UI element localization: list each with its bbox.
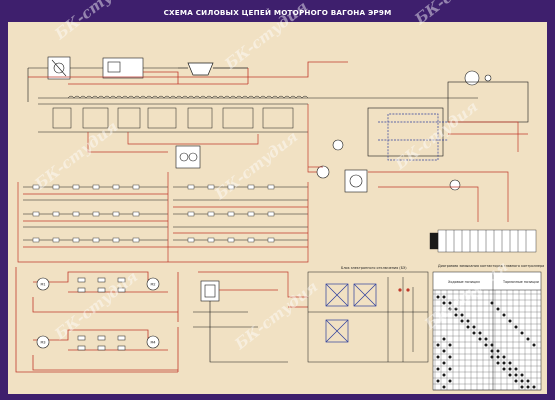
trapezoid-element: [178, 62, 248, 76]
indicator-strip: [429, 229, 537, 253]
motor-m2: M2: [146, 277, 160, 291]
motor-m1-label: M1: [40, 283, 45, 287]
contactor-closed-mark: [496, 361, 500, 365]
motor-circuit-upper: [15, 267, 179, 322]
control-block-title: Блок электронного отключения (БЭ): [341, 266, 407, 270]
contactor-closed-mark: [502, 367, 506, 371]
contactor-closed-mark: [442, 385, 446, 389]
contactor-closed-mark: [460, 313, 464, 317]
contactor-closed-mark: [436, 355, 440, 359]
inductor-bus: [38, 95, 478, 99]
contactor-closed-mark: [508, 373, 512, 377]
contactor-closed-mark: [442, 373, 446, 377]
centre-lower-block: [193, 280, 288, 363]
contactor-closed-mark: [514, 379, 518, 383]
contactor-table: Диаграмма замыкания контакторов главного…: [432, 264, 544, 391]
contactor-closed-mark: [514, 373, 518, 377]
contactor-closed-mark: [502, 313, 506, 317]
contactor-closed-mark: [490, 301, 494, 305]
motor-switches: [77, 277, 126, 351]
contactor-closed-mark: [448, 343, 452, 347]
contactor-closed-mark: [442, 361, 446, 365]
contactor-closed-mark: [472, 331, 476, 335]
schematic-sheet: M1 M2 M3 M4 Блок электронного отключения…: [8, 22, 547, 394]
poster-title: СХЕМА СИЛОВЫХ ЦЕПЕЙ МОТОРНОГО ВАГОНА ЭР9…: [163, 8, 392, 17]
contactor-closed-mark: [508, 367, 512, 371]
contactor-closed-mark: [520, 385, 524, 389]
contactor-closed-mark: [514, 367, 518, 371]
motor-m3-label: M3: [40, 341, 45, 345]
contactor-closed-mark: [442, 337, 446, 341]
contactor-closed-mark: [454, 307, 458, 311]
power-circuit-diagram: M1 M2 M3 M4 Блок электронного отключения…: [15, 56, 544, 391]
contactor-closed-mark: [478, 331, 482, 335]
contactor-closed-mark: [454, 313, 458, 317]
contactor-closed-mark: [448, 379, 452, 383]
pantograph-block: [27, 56, 178, 102]
contactor-closed-mark: [484, 337, 488, 341]
contactor-closed-mark: [448, 301, 452, 305]
contactor-closed-mark: [496, 307, 500, 311]
table-col-left: Ходовые позиции: [448, 280, 480, 284]
contactor-closed-mark: [514, 325, 518, 329]
contactor-closed-mark: [436, 295, 440, 299]
contactor-closed-mark: [490, 343, 494, 347]
table-col-right: Тормозные позиции: [502, 280, 539, 284]
contactor-closed-mark: [484, 343, 488, 347]
resistor-grid: [23, 186, 308, 241]
contactor-closed-mark: [508, 319, 512, 323]
contactor-closed-mark: [520, 331, 524, 335]
contactor-closed-mark: [532, 343, 536, 347]
contactor-closed-mark: [436, 343, 440, 347]
upper-rail-network: [38, 103, 308, 133]
contactor-closed-mark: [502, 361, 506, 365]
contactor-closed-mark: [520, 373, 524, 377]
upper-red-branches: [87, 104, 328, 173]
resistor-elements: [32, 184, 275, 243]
contactor-closed-mark: [436, 367, 440, 371]
resistor-grid-red: [17, 172, 309, 263]
contactor-closed-mark: [496, 355, 500, 359]
contactor-closed-mark: [448, 355, 452, 359]
motor-m2-label: M2: [150, 283, 155, 287]
title-banner: СХЕМА СИЛОВЫХ ЦЕПЕЙ МОТОРНОГО ВАГОНА ЭР9…: [0, 0, 555, 22]
contactor-closed-mark: [472, 325, 476, 329]
motor-m4: M4: [146, 335, 160, 349]
contactor-closed-mark: [508, 361, 512, 365]
motor-m1: M1: [36, 277, 50, 291]
contactor-closed-mark: [520, 379, 524, 383]
contactor-closed-mark: [478, 337, 482, 341]
contactor-closed-mark: [526, 337, 530, 341]
right-top-meters: [316, 70, 529, 193]
motor-m3: M3: [36, 335, 50, 349]
control-block: Блок электронного отключения (БЭ): [307, 266, 429, 363]
right-blue-loop: [378, 113, 448, 161]
contactor-closed-mark: [502, 355, 506, 359]
right-red-wires: [308, 121, 528, 222]
contactor-closed-mark: [436, 379, 440, 383]
top-red-feeders: [28, 61, 348, 85]
poster-frame: СХЕМА СИЛОВЫХ ЦЕПЕЙ МОТОРНОГО ВАГОНА ЭР9…: [0, 0, 555, 400]
contactor-closed-mark: [526, 379, 530, 383]
contactor-closed-mark: [448, 367, 452, 371]
contactor-table-title: Диаграмма замыкания контакторов главного…: [438, 264, 544, 268]
contactor-closed-mark: [442, 301, 446, 305]
contactor-closed-mark: [532, 385, 536, 389]
contactor-closed-mark: [442, 349, 446, 353]
contactor-closed-mark: [466, 319, 470, 323]
contactor-closed-mark: [460, 319, 464, 323]
contactor-closed-mark: [490, 355, 494, 359]
contactor-closed-mark: [442, 295, 446, 299]
contactor-closed-mark: [490, 349, 494, 353]
reactor-block: [175, 145, 201, 169]
motor-m4-label: M4: [150, 341, 155, 345]
contactor-closed-mark: [466, 325, 470, 329]
contactor-closed-mark: [526, 385, 530, 389]
contactor-closed-mark: [496, 349, 500, 353]
contactor-closed-mark: [448, 307, 452, 311]
